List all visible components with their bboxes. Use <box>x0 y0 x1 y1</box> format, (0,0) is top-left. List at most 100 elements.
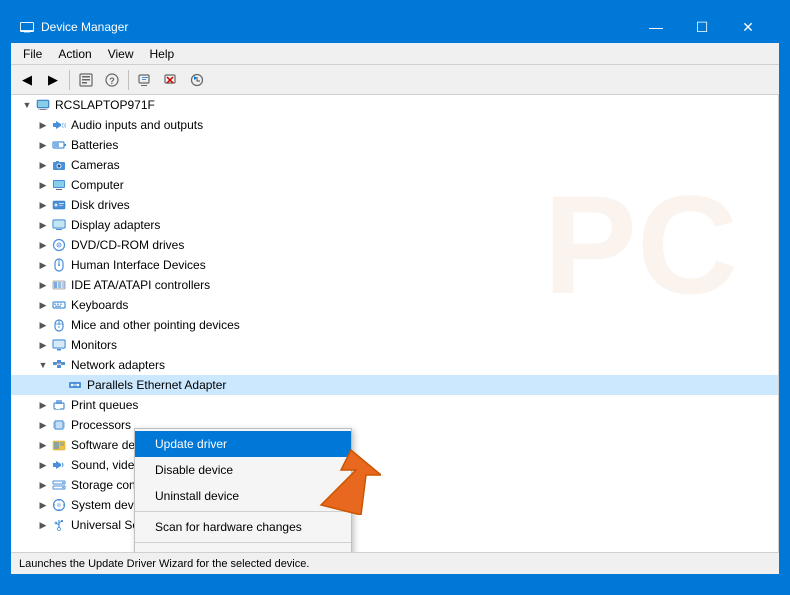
tree-item-mice[interactable]: ▶ Mice and other pointing devices <box>11 315 778 335</box>
system-icon <box>51 497 67 513</box>
maximize-button[interactable]: ☐ <box>679 11 725 43</box>
usb-icon <box>51 517 67 533</box>
app-icon <box>19 19 35 35</box>
ctx-properties[interactable]: Properties <box>135 545 351 552</box>
svg-text:)))): )))) <box>62 123 67 129</box>
tree-item-parallels[interactable]: ▶ Parallels Ethernet Adapter <box>11 375 778 395</box>
ctx-separator2 <box>135 542 351 543</box>
ctx-uninstall-device[interactable]: Uninstall device <box>135 483 351 509</box>
tree-item-system[interactable]: ▶ System devices <box>11 495 778 515</box>
software-expand[interactable]: ▶ <box>35 437 51 453</box>
tree-item-cameras[interactable]: ▶ Cameras <box>11 155 778 175</box>
mice-icon <box>51 317 67 333</box>
batteries-label: Batteries <box>71 138 118 152</box>
menu-file[interactable]: File <box>15 45 50 63</box>
tree-item-processor[interactable]: ▶ Processors <box>11 415 778 435</box>
title-bar: Device Manager — ☐ ✕ <box>11 11 779 43</box>
tree-item-storage[interactable]: ▶ Storage controllers <box>11 475 778 495</box>
tree-root[interactable]: ▼ RCSLAPTOP971F <box>11 95 778 115</box>
status-text: Launches the Update Driver Wizard for th… <box>19 558 309 570</box>
monitors-expand[interactable]: ▶ <box>35 337 51 353</box>
forward-button[interactable]: ▶ <box>41 68 65 92</box>
tree-item-dvd[interactable]: ▶ DVD/CD-ROM drives <box>11 235 778 255</box>
hid-icon <box>51 257 67 273</box>
display-expand[interactable]: ▶ <box>35 217 51 233</box>
context-menu: Update driver Disable device Uninstall d… <box>134 428 352 552</box>
root-label: RCSLAPTOP971F <box>55 98 155 112</box>
computer-label: Computer <box>71 178 124 192</box>
minimize-button[interactable]: — <box>633 11 679 43</box>
disk-label: Disk drives <box>71 198 130 212</box>
tree-item-software[interactable]: ▶ Software devices <box>11 435 778 455</box>
toolbar-separator-2 <box>128 70 129 90</box>
dvd-label: DVD/CD-ROM drives <box>71 238 184 252</box>
help-button[interactable]: ? <box>100 68 124 92</box>
svg-text:?: ? <box>109 76 115 86</box>
scan-button[interactable] <box>133 68 157 92</box>
cameras-icon <box>51 157 67 173</box>
tree-item-display[interactable]: ▶ Display adapters <box>11 215 778 235</box>
usb-expand[interactable]: ▶ <box>35 517 51 533</box>
menu-view[interactable]: View <box>100 45 142 63</box>
parallels-icon <box>67 377 83 393</box>
menu-help[interactable]: Help <box>142 45 183 63</box>
content-area: PC ▼ RCSLAPTOP971F ▶ )))) Audio inputs a… <box>11 95 779 552</box>
tree-item-keyboards[interactable]: ▶ Keyboards <box>11 295 778 315</box>
software-icon <box>51 437 67 453</box>
ctx-disable-device[interactable]: Disable device <box>135 457 351 483</box>
audio-expand[interactable]: ▶ <box>35 117 51 133</box>
audio-icon: )))) <box>51 117 67 133</box>
tree-item-batteries[interactable]: ▶ Batteries <box>11 135 778 155</box>
tree-item-usb[interactable]: ▶ Universal Serial Bus controllers <box>11 515 778 535</box>
remove-button[interactable] <box>159 68 183 92</box>
system-expand[interactable]: ▶ <box>35 497 51 513</box>
ctx-scan[interactable]: Scan for hardware changes <box>135 514 351 540</box>
tree-item-ide[interactable]: ▶ IDE ATA/ATAPI controllers <box>11 275 778 295</box>
ctx-separator <box>135 511 351 512</box>
update-button[interactable] <box>185 68 209 92</box>
tree-item-computer[interactable]: ▶ Computer <box>11 175 778 195</box>
monitors-icon <box>51 337 67 353</box>
title-controls: — ☐ ✕ <box>633 11 771 43</box>
disk-expand[interactable]: ▶ <box>35 197 51 213</box>
status-bar: Launches the Update Driver Wizard for th… <box>11 552 779 574</box>
mice-expand[interactable]: ▶ <box>35 317 51 333</box>
window-title: Device Manager <box>41 20 633 34</box>
tree-item-print[interactable]: ▶ Print queues <box>11 395 778 415</box>
print-expand[interactable]: ▶ <box>35 397 51 413</box>
back-button[interactable]: ◀ <box>15 68 39 92</box>
dvd-icon <box>51 237 67 253</box>
keyboards-expand[interactable]: ▶ <box>35 297 51 313</box>
tree-item-diskdrives[interactable]: ▶ Disk drives <box>11 195 778 215</box>
keyboards-label: Keyboards <box>71 298 128 312</box>
ctx-update-driver[interactable]: Update driver <box>135 431 351 457</box>
tree-item-network[interactable]: ▼ Network adapters <box>11 355 778 375</box>
cameras-expand[interactable]: ▶ <box>35 157 51 173</box>
processor-expand[interactable]: ▶ <box>35 417 51 433</box>
tree-item-monitors[interactable]: ▶ Monitors <box>11 335 778 355</box>
tree-item-hid[interactable]: ▶ Human Interface Devices <box>11 255 778 275</box>
toolbar-separator-1 <box>69 70 70 90</box>
device-manager-window: Device Manager — ☐ ✕ File Action View He… <box>10 10 780 575</box>
close-button[interactable]: ✕ <box>725 11 771 43</box>
toolbar: ◀ ▶ ? <box>11 65 779 95</box>
hid-expand[interactable]: ▶ <box>35 257 51 273</box>
cameras-label: Cameras <box>71 158 120 172</box>
storage-expand[interactable]: ▶ <box>35 477 51 493</box>
tree-item-audio[interactable]: ▶ )))) Audio inputs and outputs <box>11 115 778 135</box>
network-expand[interactable]: ▼ <box>35 357 51 373</box>
sound-icon <box>51 457 67 473</box>
menu-action[interactable]: Action <box>50 45 99 63</box>
properties-button[interactable] <box>74 68 98 92</box>
display-label: Display adapters <box>71 218 160 232</box>
device-tree[interactable]: PC ▼ RCSLAPTOP971F ▶ )))) Audio inputs a… <box>11 95 779 552</box>
dvd-expand[interactable]: ▶ <box>35 237 51 253</box>
batteries-expand[interactable]: ▶ <box>35 137 51 153</box>
computer-expand[interactable]: ▶ <box>35 177 51 193</box>
sound-expand[interactable]: ▶ <box>35 457 51 473</box>
root-expand[interactable]: ▼ <box>19 97 35 113</box>
tree-item-sound[interactable]: ▶ Sound, video and game controllers <box>11 455 778 475</box>
ide-expand[interactable]: ▶ <box>35 277 51 293</box>
computer-icon <box>35 97 51 113</box>
print-icon <box>51 397 67 413</box>
